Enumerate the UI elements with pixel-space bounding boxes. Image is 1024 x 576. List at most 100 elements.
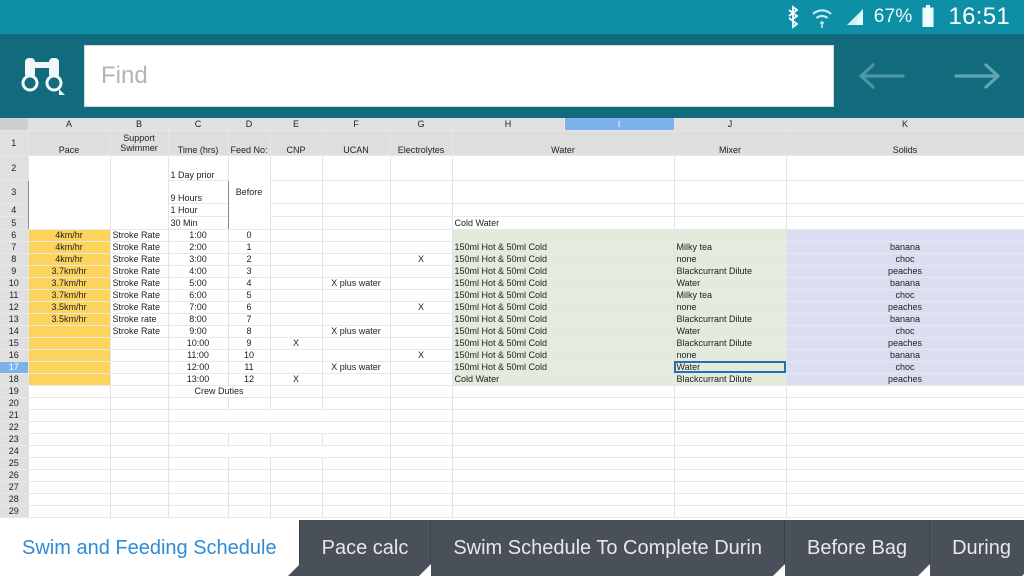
cell-F10[interactable]: X plus water	[321, 277, 391, 290]
binoculars-icon[interactable]	[0, 50, 84, 102]
cell-D10[interactable]: 4	[227, 277, 271, 290]
cell-I27[interactable]	[674, 481, 787, 494]
cell-J27[interactable]	[786, 481, 1024, 494]
cell-H22[interactable]	[452, 421, 675, 434]
cell-D26[interactable]	[228, 469, 271, 482]
cell-I25[interactable]	[674, 457, 787, 470]
cell-H29[interactable]	[452, 505, 675, 518]
header-cell-electrolytes[interactable]: Electrolytes	[389, 129, 453, 156]
sheet-tab-1[interactable]: Pace calc	[299, 520, 432, 576]
cell-H13[interactable]: 150ml Hot & 50ml Cold	[451, 313, 675, 326]
cell-B14[interactable]: Stroke Rate	[109, 325, 169, 338]
cell-D12[interactable]: 6	[227, 301, 271, 314]
cell-I23[interactable]	[674, 433, 787, 446]
cell-H16[interactable]: 150ml Hot & 50ml Cold	[451, 349, 675, 362]
cell-D18[interactable]: 12	[227, 373, 271, 386]
cell-C13[interactable]: 8:00	[167, 313, 229, 326]
cell-H10[interactable]: 150ml Hot & 50ml Cold	[451, 277, 675, 290]
cell-C18[interactable]: 13:00	[167, 373, 229, 386]
cell-A9[interactable]: 3.7km/hr	[27, 265, 111, 278]
cell-D25[interactable]	[228, 457, 271, 470]
cell-I14[interactable]: Water	[673, 325, 787, 338]
cell-E9[interactable]	[269, 265, 323, 278]
cell-H23[interactable]	[452, 433, 675, 446]
cell-H3[interactable]	[451, 180, 675, 204]
table-row[interactable]: 13 3.5km/hr Stroke rate 8:00 7 150ml Hot & 50…	[0, 313, 1024, 326]
cell-J17[interactable]: choc	[785, 361, 1024, 374]
cell-B11[interactable]: Stroke Rate	[109, 289, 169, 302]
column-header-F[interactable]: F	[322, 118, 391, 131]
column-header-G[interactable]: G	[390, 118, 453, 131]
table-row[interactable]: 18 13:00 12 X Cold Water Blackcurrant Dilute p…	[0, 373, 1024, 386]
cell-I16[interactable]: none	[673, 349, 787, 362]
cell-A19[interactable]	[28, 384, 111, 398]
header-cell-support-swimmer[interactable]: Support Swimmer	[109, 129, 169, 156]
cell-C22[interactable]	[167, 421, 391, 434]
row-header-2[interactable]: 2	[0, 155, 29, 181]
cell-A24[interactable]	[28, 445, 111, 458]
cell-B23[interactable]	[110, 433, 169, 446]
cell-E15[interactable]: X	[269, 337, 323, 350]
cell-E7[interactable]	[269, 241, 323, 254]
cell-C11[interactable]: 6:00	[167, 289, 229, 302]
cell-F27[interactable]	[322, 481, 391, 494]
sheet-table[interactable]: A B C D E F G H I J K 1 Pace Support Swi…	[0, 118, 1024, 518]
cell-C12[interactable]: 7:00	[167, 301, 229, 314]
header-cell-solids[interactable]: Solids	[785, 129, 1024, 156]
table-row[interactable]: 26	[0, 469, 1024, 482]
cell-A12[interactable]: 3.5km/hr	[27, 301, 111, 314]
cell-B17[interactable]	[109, 361, 169, 374]
cell-J7[interactable]: banana	[785, 241, 1024, 254]
sheet-tab-3[interactable]: Before Bag	[785, 520, 931, 576]
cell-E23[interactable]	[270, 433, 323, 446]
cell-J8[interactable]: choc	[785, 253, 1024, 266]
sheet-tab-0[interactable]: Swim and Feeding Schedule	[0, 520, 300, 576]
cell-G12[interactable]: X	[389, 301, 453, 314]
cell-J20[interactable]	[786, 397, 1024, 410]
cell-B20[interactable]	[110, 397, 169, 410]
table-row[interactable]: 17 12:00 11 X plus water 150ml Hot & 50ml Co…	[0, 361, 1024, 374]
cell-G23[interactable]	[390, 433, 453, 446]
cell-G21[interactable]	[390, 409, 453, 422]
cell-C4[interactable]: 1 Hour	[167, 203, 229, 217]
cell-C14[interactable]: 9:00	[167, 325, 229, 338]
sheet-tab-4[interactable]: During	[930, 520, 1024, 576]
cell-J11[interactable]: choc	[785, 289, 1024, 302]
cell-I4[interactable]	[673, 203, 787, 217]
cell-C5[interactable]: 30 Min	[167, 216, 229, 230]
cell-I12[interactable]: none	[673, 301, 787, 314]
cell-B6[interactable]: Stroke Rate	[109, 229, 169, 242]
row-header-7[interactable]: 7	[0, 241, 29, 254]
cell-E14[interactable]	[269, 325, 323, 338]
cell-G13[interactable]	[389, 313, 453, 326]
cell-H20[interactable]	[452, 397, 675, 410]
cell-C25[interactable]	[168, 457, 229, 470]
cell-D2[interactable]: Before	[227, 155, 271, 230]
table-row[interactable]: 11 3.7km/hr Stroke Rate 6:00 5 150ml Hot & 50…	[0, 289, 1024, 302]
cell-H26[interactable]	[452, 469, 675, 482]
row-header-1[interactable]: 1	[0, 130, 29, 156]
cell-A29[interactable]	[28, 505, 111, 518]
cell-E27[interactable]	[270, 481, 323, 494]
cell-I20[interactable]	[674, 397, 787, 410]
cell-A23[interactable]	[28, 433, 111, 446]
cell-G22[interactable]	[390, 421, 453, 434]
cell-A25[interactable]	[28, 457, 111, 470]
cell-B29[interactable]	[110, 505, 169, 518]
cell-G14[interactable]	[389, 325, 453, 338]
table-row[interactable]: 1 Pace Support Swimmer Time (hrs) Feed N…	[0, 129, 1024, 156]
cell-H14[interactable]: 150ml Hot & 50ml Cold	[451, 325, 675, 338]
cell-C10[interactable]: 5:00	[167, 277, 229, 290]
cell-E2[interactable]	[269, 155, 323, 181]
row-header-17[interactable]: 17	[0, 361, 29, 374]
table-row[interactable]: 12 3.5km/hr Stroke Rate 7:00 6 X 150ml Hot & 5…	[0, 301, 1024, 314]
cell-H28[interactable]	[452, 493, 675, 506]
cell-C2[interactable]: 1 Day prior	[167, 155, 229, 181]
cell-G7[interactable]	[389, 241, 453, 254]
table-row[interactable]: 16 11:00 10 X 150ml Hot & 50ml Cold none banan…	[0, 349, 1024, 362]
cell-I18[interactable]: Blackcurrant Dilute	[673, 373, 787, 386]
cell-I28[interactable]	[674, 493, 787, 506]
find-input[interactable]	[84, 45, 834, 107]
row-header-16[interactable]: 16	[0, 349, 29, 362]
cell-I29[interactable]	[674, 505, 787, 518]
